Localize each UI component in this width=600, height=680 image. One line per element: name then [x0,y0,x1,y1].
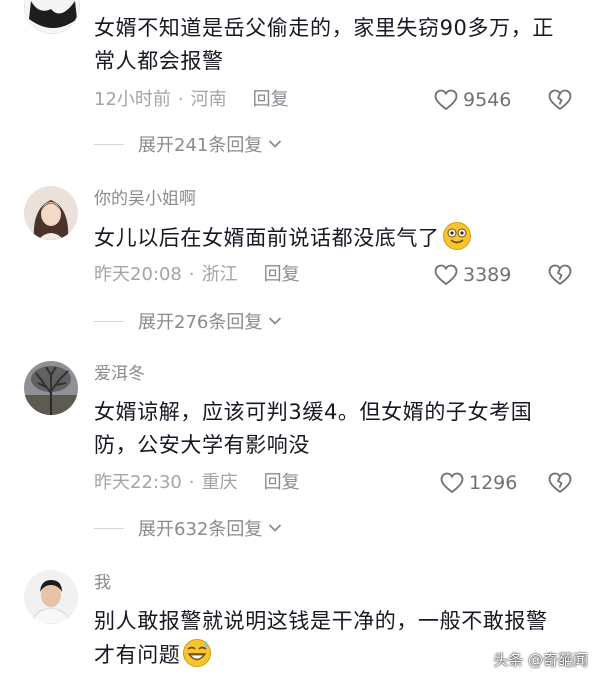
comment-text: 女婿不知道是岳父偷走的，家里失窃90多万，正常人都会报警 [94,16,554,73]
expand-replies-button[interactable]: 展开632条回复 [94,516,282,540]
comment-text-content: 别人敢报警就说明这钱是干净的，一般不敢报警才有问题 [94,609,548,667]
heart-icon [434,264,458,286]
comment-text: 女婿谅解，应该可判3缓4。但女婿的子女考国防，公安大学有影响没 [94,400,533,457]
expand-replies-button[interactable]: 展开276条回复 [94,309,282,333]
avatar-image [24,570,78,624]
avatar[interactable] [24,0,80,34]
avatar[interactable] [24,186,78,240]
dislike-button[interactable] [548,88,572,112]
grinning-emoji-icon [442,221,472,261]
comment-location: 重庆 [201,472,238,493]
like-button[interactable]: 1296 [440,470,517,496]
chevron-down-icon [269,317,282,325]
comment-time: 昨天20:08 [94,264,182,285]
comment-username[interactable]: 爱洱冬 [94,363,145,385]
comment-time: 昨天22:30 [94,472,182,493]
like-button[interactable]: 3389 [434,262,511,288]
divider-line [94,143,124,145]
avatar[interactable] [24,570,78,624]
like-button[interactable]: 9546 [434,87,511,113]
broken-heart-icon [548,264,572,285]
chevron-down-icon [269,140,282,148]
avatar-image [24,361,78,415]
comment-time: 12小时前 [94,89,171,110]
chevron-down-icon [269,524,282,532]
reply-button[interactable]: 回复 [264,472,300,493]
reply-button[interactable]: 回复 [264,264,300,285]
dislike-button[interactable] [548,471,572,495]
grin-sweat-emoji-icon [182,638,212,678]
expand-label: 展开276条回复 [138,312,263,333]
like-count: 3389 [463,264,512,286]
expand-label: 展开241条回复 [138,135,263,156]
divider-line [94,320,124,322]
comment-meta: 昨天22:30 · 重庆 回复 [94,472,300,493]
like-count: 1296 [469,472,518,494]
comment-meta: 昨天20:08 · 浙江 回复 [94,264,300,285]
divider-line [94,527,124,529]
comment-meta: 12小时前 · 河南 回复 [94,89,289,110]
comment-location: 浙江 [201,264,238,285]
reply-button[interactable]: 回复 [253,89,289,110]
comment-text-content: 女儿以后在女婿面前说话都没底气了 [94,226,440,250]
comment-username[interactable]: 我 [94,572,111,594]
expand-label: 展开632条回复 [138,519,263,540]
avatar-image [24,186,78,240]
broken-heart-icon [548,472,572,493]
avatar[interactable] [24,361,78,415]
heart-icon [434,89,458,111]
comment-text: 女儿以后在女婿面前说话都没底气了 [94,221,569,261]
comment-username[interactable]: 你的吴小姐啊 [94,188,196,210]
dislike-button[interactable] [548,263,572,287]
expand-replies-button[interactable]: 展开241条回复 [94,132,282,156]
avatar-image [26,0,79,33]
like-count: 9546 [463,89,512,111]
comment-location: 河南 [190,89,227,110]
watermark: 头条 @奇葩闻 [493,651,588,669]
broken-heart-icon [548,89,572,110]
heart-icon [440,472,464,494]
